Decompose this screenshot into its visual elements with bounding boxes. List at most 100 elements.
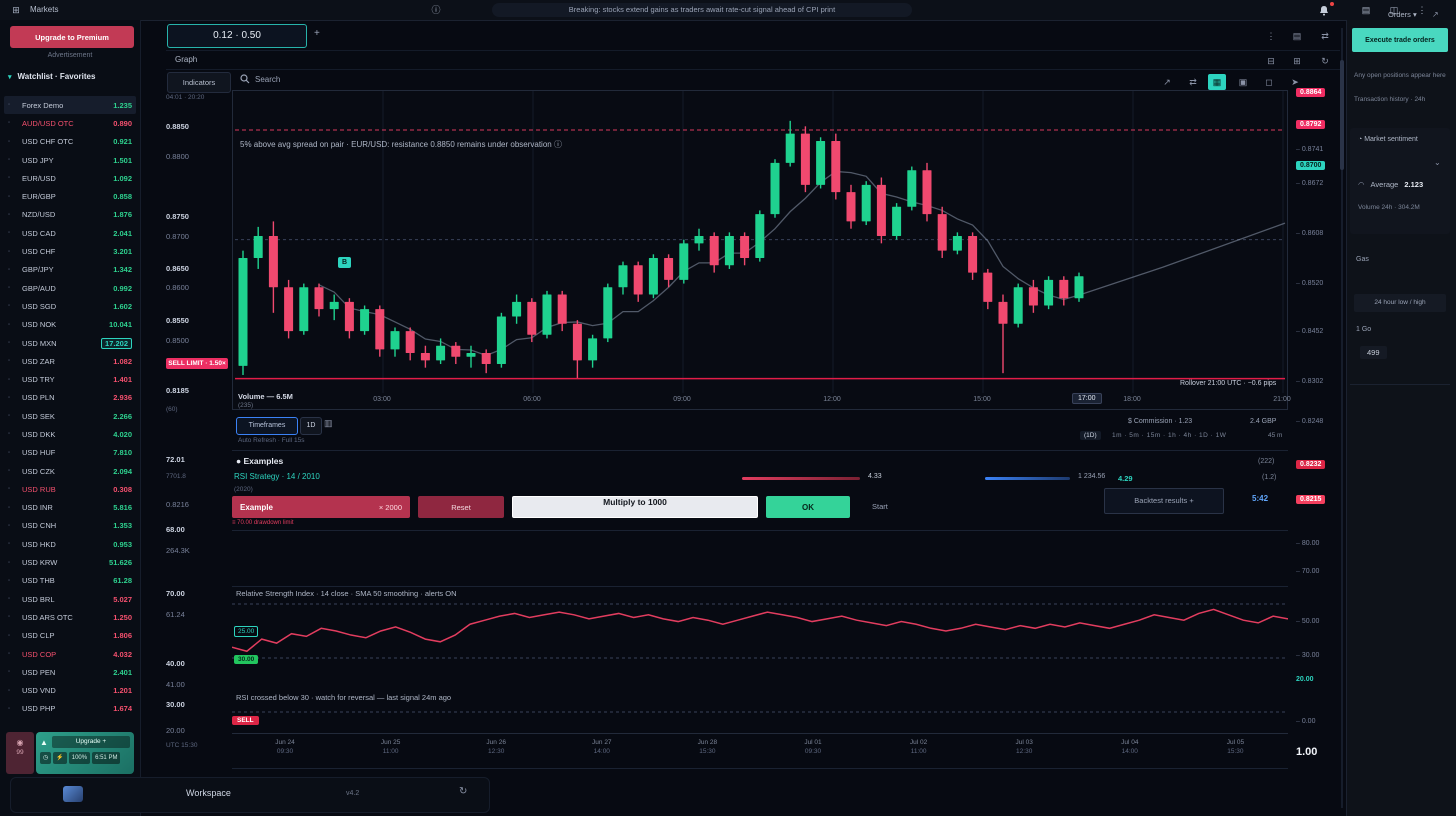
quick-trade-chip[interactable]: 6:51 PM (92, 752, 120, 764)
watchlist-row[interactable]: ▫USD HKD0.953 (4, 535, 136, 553)
scrollbar-thumb[interactable] (1340, 60, 1344, 170)
collapse-icon[interactable]: ⊟ (1262, 53, 1280, 69)
watchlist-row[interactable]: ▫USD CZK2.094 (4, 462, 136, 480)
history-link[interactable]: Transaction history · 24h (1354, 96, 1448, 103)
axis-price-label: 0.8700 (1296, 161, 1325, 170)
rsi-panel[interactable] (232, 598, 1288, 734)
chevron-down-icon[interactable]: ⌄ (1434, 158, 1441, 167)
more-options-icon[interactable]: ⋮ (1262, 28, 1280, 44)
sell-limit-tag[interactable]: SELL LIMIT · 1.50× (166, 358, 228, 369)
symbol-price: 1.353 (113, 521, 132, 530)
multiply-input[interactable]: Multiply to 1000 (512, 496, 758, 518)
watchlist-row[interactable]: ▫USD VND1.201 (4, 682, 136, 700)
watchlist-row[interactable]: ▫USD KRW51.626 (4, 553, 136, 571)
compare-icon[interactable]: ⇄ (1184, 74, 1202, 90)
quick-trade-chip[interactable]: 100% (69, 752, 90, 764)
watchlist-row[interactable]: ▫USD SGD1.602 (4, 297, 136, 315)
watchlist-row[interactable]: ▫USD CLP1.806 (4, 627, 136, 645)
menu-icon[interactable]: ⊞ (8, 3, 24, 17)
symbol-price: 0.890 (113, 119, 132, 128)
average-label: Average (1371, 180, 1399, 189)
rsi-x-axis-label: Jun 2511:00 (381, 738, 401, 756)
strategy-link[interactable]: RSI Strategy · 14 / 2010 (234, 472, 320, 481)
order-marker[interactable]: B (338, 257, 351, 268)
watchlist-row[interactable]: ▫USD PLN2.936 (4, 389, 136, 407)
symbol-search[interactable]: Search (240, 74, 280, 84)
add-order-button[interactable]: + (314, 28, 320, 39)
backtest-button[interactable]: Backtest results + (1104, 488, 1224, 514)
upgrade-button[interactable]: Upgrade to Premium (10, 26, 134, 48)
watchlist-row[interactable]: ▫USD NOK10.041 (4, 316, 136, 334)
watchlist-row[interactable]: ▫USD PEN2.401 (4, 663, 136, 681)
watchlist-row[interactable]: ▫AUD/USD OTC0.890 (4, 114, 136, 132)
candle-style-icon[interactable]: ▦ (1208, 74, 1226, 90)
orders-header[interactable]: Orders ▾ (1388, 10, 1417, 19)
watchlist-row[interactable]: ▫USD INR5.816 (4, 499, 136, 517)
active-timeframe-chip[interactable]: (1D) (1080, 431, 1101, 440)
execute-trade-button[interactable]: Execute trade orders (1352, 28, 1448, 52)
watchlist-row[interactable]: ▫USD MXN17.202 (4, 334, 136, 352)
refresh-icon[interactable]: ↻ (459, 786, 467, 797)
candlestick-chart[interactable] (232, 90, 1288, 410)
add-panel-icon[interactable]: ⊞ (1288, 53, 1306, 69)
watchlist-header[interactable]: ▾Watchlist · Favorites (8, 72, 134, 88)
fee-label: 2.4 GBP (1250, 418, 1276, 425)
value-chip[interactable]: 499 (1360, 346, 1387, 359)
example-button[interactable]: Example × 2000 (232, 496, 410, 518)
timeframe-list[interactable]: 1m · 5m · 15m · 1h · 4h · 1D · 1W (1112, 432, 1226, 439)
account-button[interactable]: ◉ 99 (6, 732, 34, 774)
watchlist-row[interactable]: ▫USD DKK4.020 (4, 425, 136, 443)
swap-icon[interactable]: ⇄ (1316, 28, 1334, 44)
watchlist-row[interactable]: ▫EUR/USD1.092 (4, 169, 136, 187)
symbol-name: USD MXN (22, 339, 101, 348)
chart-type-icon[interactable]: ▥ (324, 418, 333, 429)
layout-grid-icon[interactable]: ▣ (1234, 74, 1252, 90)
upgrade-pill[interactable]: Upgrade + (52, 736, 130, 748)
quick-trade-chip[interactable]: ◷ (40, 752, 51, 764)
reload-icon[interactable]: ↻ (1316, 53, 1334, 69)
watchlist-row[interactable]: ▫GBP/AUD0.992 (4, 279, 136, 297)
watchlist-row[interactable]: ▫USD CHF3.201 (4, 242, 136, 260)
symbol-price: 2.936 (113, 393, 132, 402)
watchlist-row[interactable]: ▫USD PHP1.674 (4, 700, 136, 718)
symbol-icon: ▫ (8, 194, 22, 200)
watchlist-row[interactable]: ▫USD JPY1.501 (4, 151, 136, 169)
bell-icon[interactable] (1316, 3, 1332, 17)
timeframes-button[interactable]: Timeframes (236, 417, 298, 435)
watchlist-row[interactable]: ▫USD BRL5.027 (4, 590, 136, 608)
watchlist-row[interactable]: ▫USD CHF OTC0.921 (4, 133, 136, 151)
watchlist-row[interactable]: ▫GBP/JPY1.342 (4, 261, 136, 279)
watchlist-row[interactable]: ▫USD CAD2.041 (4, 224, 136, 242)
watchlist-row[interactable]: ▫NZD/USD1.876 (4, 206, 136, 224)
graph-tab[interactable]: Graph (175, 55, 197, 64)
timeframe-chip[interactable]: 1D (300, 417, 322, 435)
watchlist-row[interactable]: ▫USD ARS OTC1.250 (4, 608, 136, 626)
watchlist-row[interactable]: ▫EUR/GBP0.858 (4, 187, 136, 205)
popout-icon[interactable]: ↗ (1432, 10, 1439, 19)
symbol-icon: ▫ (8, 249, 22, 255)
watchlist-row[interactable]: ▫USD RUB0.308 (4, 480, 136, 498)
watchlist-row[interactable]: ▫USD SEK2.266 (4, 407, 136, 425)
watchlist-row[interactable]: ▫USD CNH1.353 (4, 517, 136, 535)
watchlist-row[interactable]: ▫USD COP4.032 (4, 645, 136, 663)
reset-button[interactable]: Reset (418, 496, 504, 518)
watchlist-row[interactable]: ▫USD TRY1.401 (4, 370, 136, 388)
watchlist-row[interactable]: ▫USD THB61.28 (4, 572, 136, 590)
workspace-chip[interactable]: Markets (30, 3, 58, 17)
order-size-input[interactable]: 0.12 · 0.50 (167, 24, 307, 48)
layout-icon[interactable]: ▤ (1358, 3, 1374, 17)
quick-trade-chip[interactable]: ⚡ (53, 752, 66, 764)
watchlist-row[interactable]: ▫USD HUF7.810 (4, 444, 136, 462)
symbol-icon: ▫ (8, 395, 22, 401)
range-chip[interactable]: 24 hour low / high (1354, 294, 1446, 312)
news-ticker[interactable]: Breaking: stocks extend gains as traders… (492, 3, 912, 17)
snapshot-icon[interactable]: ◻ (1260, 74, 1278, 90)
watchlist-row[interactable]: ▫Forex Demo1.235 (4, 96, 136, 114)
buy-panel[interactable]: ▲ Upgrade + ◷⚡100%6:51 PM (36, 732, 134, 774)
indicators-button[interactable]: Indicators (167, 72, 231, 93)
workspace-bar[interactable]: Workspace v4.2 ↻ (10, 777, 490, 813)
ok-button[interactable]: OK (766, 496, 850, 518)
expand-icon[interactable]: ↗ (1158, 74, 1176, 90)
panels-icon[interactable]: ▤ (1288, 28, 1306, 44)
watchlist-row[interactable]: ▫USD ZAR1.082 (4, 352, 136, 370)
